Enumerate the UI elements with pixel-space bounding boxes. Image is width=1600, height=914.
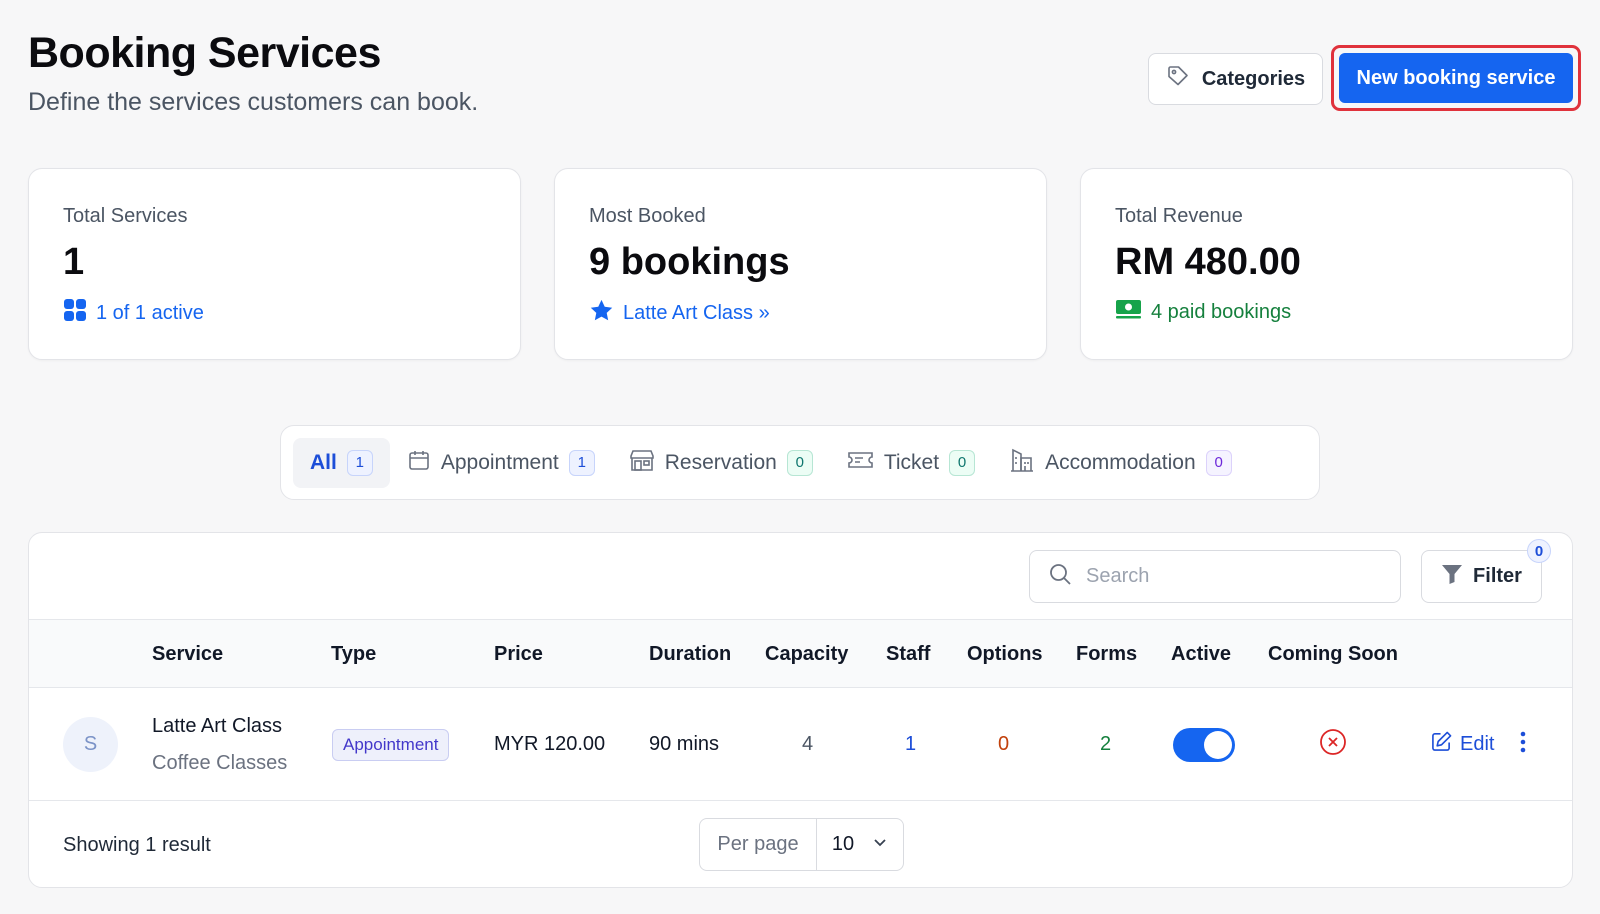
tag-icon [1166, 64, 1190, 94]
tab-label: Accommodation [1045, 450, 1196, 474]
service-cell: Latte Art Class Coffee Classes [152, 688, 287, 801]
page-header: Booking Services Define the services cus… [28, 28, 478, 117]
stat-card-total-services: Total Services 1 1 of 1 active [28, 168, 521, 360]
tab-label: Reservation [664, 450, 777, 474]
page-subtitle: Define the services customers can book. [28, 88, 479, 116]
price-cell: MYR 120.00 [494, 733, 606, 755]
tab-label: Ticket [883, 450, 940, 474]
tab-label: Appointment [440, 450, 559, 474]
building-icon [1009, 447, 1035, 479]
column-header-type[interactable]: Type [331, 620, 376, 689]
most-booked-service-link[interactable]: Latte Art Class » [623, 302, 770, 325]
tab-reservation[interactable]: Reservation 0 [612, 438, 830, 488]
search-input[interactable]: Search [1029, 550, 1401, 603]
stat-foot[interactable]: Latte Art Class » [589, 298, 1012, 329]
column-header-options[interactable]: Options [967, 620, 1043, 689]
stat-foot: 1 of 1 active [63, 298, 486, 328]
stat-label: Total Revenue [1115, 205, 1243, 227]
column-header-active[interactable]: Active [1171, 620, 1231, 689]
cash-icon [1115, 298, 1142, 326]
tab-accommodation[interactable]: Accommodation 0 [992, 438, 1249, 488]
stat-card-total-revenue: Total Revenue RM 480.00 4 paid bookings [1080, 168, 1573, 360]
tab-all[interactable]: All 1 [293, 437, 390, 488]
tab-count-badge: 1 [346, 449, 373, 476]
edit-button[interactable]: Edit [1431, 688, 1494, 801]
tab-count-badge: 0 [949, 449, 976, 476]
column-header-duration[interactable]: Duration [649, 620, 731, 689]
active-toggle[interactable] [1173, 727, 1235, 762]
capacity-cell: 4 [802, 733, 814, 755]
paid-bookings-text: 4 paid bookings [1151, 300, 1292, 323]
search-icon [1048, 562, 1072, 592]
per-page-select[interactable]: Per page 10 [699, 818, 904, 871]
staff-count-link[interactable]: 1 [905, 688, 916, 801]
star-icon [589, 298, 614, 329]
page-title: Booking Services [28, 29, 381, 77]
ticket-icon [847, 449, 874, 477]
duration-cell: 90 mins [649, 733, 720, 755]
table-row: S Latte Art Class Coffee Classes Appoint… [29, 688, 1572, 801]
x-circle-icon[interactable] [1319, 728, 1347, 762]
stat-label: Most Booked [589, 205, 706, 227]
type-badge: Appointment [332, 728, 450, 761]
column-header-forms[interactable]: Forms [1076, 620, 1137, 689]
tab-label: All [310, 450, 337, 474]
service-avatar-cell: S [63, 688, 118, 801]
new-booking-service-highlight: New booking service [1331, 45, 1581, 111]
stat-value: 9 bookings [589, 241, 790, 283]
tab-appointment[interactable]: Appointment 1 [390, 438, 612, 488]
filter-count-badge: 0 [1527, 539, 1551, 563]
more-vertical-icon[interactable] [1519, 730, 1527, 760]
column-header-service[interactable]: Service [152, 620, 223, 689]
active-cell [1173, 688, 1235, 801]
per-page-value: 10 [831, 833, 855, 855]
stat-label: Total Services [63, 205, 188, 227]
services-table-card: Search Filter 0 Service Type Price Durat… [28, 532, 1573, 888]
edit-label: Edit [1460, 733, 1495, 755]
grid-icon [63, 298, 87, 328]
chevron-down-icon [872, 833, 888, 856]
type-cell: Appointment [332, 688, 450, 801]
tab-count-badge: 0 [1205, 449, 1232, 476]
tab-count-badge: 1 [568, 449, 595, 476]
storefront-icon [629, 448, 655, 478]
funnel-icon [1441, 563, 1463, 591]
table-header: Service Type Price Duration Capacity Sta… [29, 619, 1572, 688]
edit-icon [1431, 731, 1452, 758]
row-actions-cell [1519, 688, 1527, 801]
column-header-price[interactable]: Price [494, 620, 543, 689]
filter-button[interactable]: Filter 0 [1421, 539, 1551, 603]
service-name: Latte Art Class [152, 714, 283, 737]
type-tabs: All 1 Appointment 1 Reservation 0 Ticket… [280, 425, 1320, 500]
options-count-link[interactable]: 0 [998, 688, 1009, 801]
table-footer: Showing 1 result Per page 10 [29, 801, 1572, 887]
stat-card-most-booked: Most Booked 9 bookings Latte Art Class » [554, 168, 1047, 360]
per-page-value-wrap[interactable]: 10 [817, 833, 903, 856]
coming-soon-cell [1319, 688, 1347, 801]
per-page-label: Per page [700, 819, 817, 870]
categories-label: Categories [1201, 67, 1306, 90]
tab-ticket[interactable]: Ticket 0 [830, 438, 992, 488]
calendar-icon [407, 448, 431, 478]
categories-button[interactable]: Categories [1148, 53, 1323, 105]
filter-label: Filter [1473, 565, 1522, 587]
stat-value: 1 [63, 241, 85, 283]
search-placeholder: Search [1086, 565, 1150, 587]
tab-count-badge: 0 [786, 449, 813, 476]
column-header-capacity[interactable]: Capacity [765, 620, 848, 689]
column-header-coming-soon[interactable]: Coming Soon [1268, 620, 1398, 689]
result-count: Showing 1 result [63, 833, 211, 856]
service-category: Coffee Classes [152, 751, 288, 774]
stat-foot: 4 paid bookings [1115, 298, 1538, 326]
avatar: S [63, 717, 118, 772]
forms-count-link[interactable]: 2 [1100, 688, 1111, 801]
new-booking-service-button[interactable]: New booking service [1339, 53, 1573, 103]
stat-value: RM 480.00 [1115, 241, 1301, 283]
active-count-text: 1 of 1 active [96, 301, 204, 324]
column-header-staff[interactable]: Staff [886, 620, 930, 689]
